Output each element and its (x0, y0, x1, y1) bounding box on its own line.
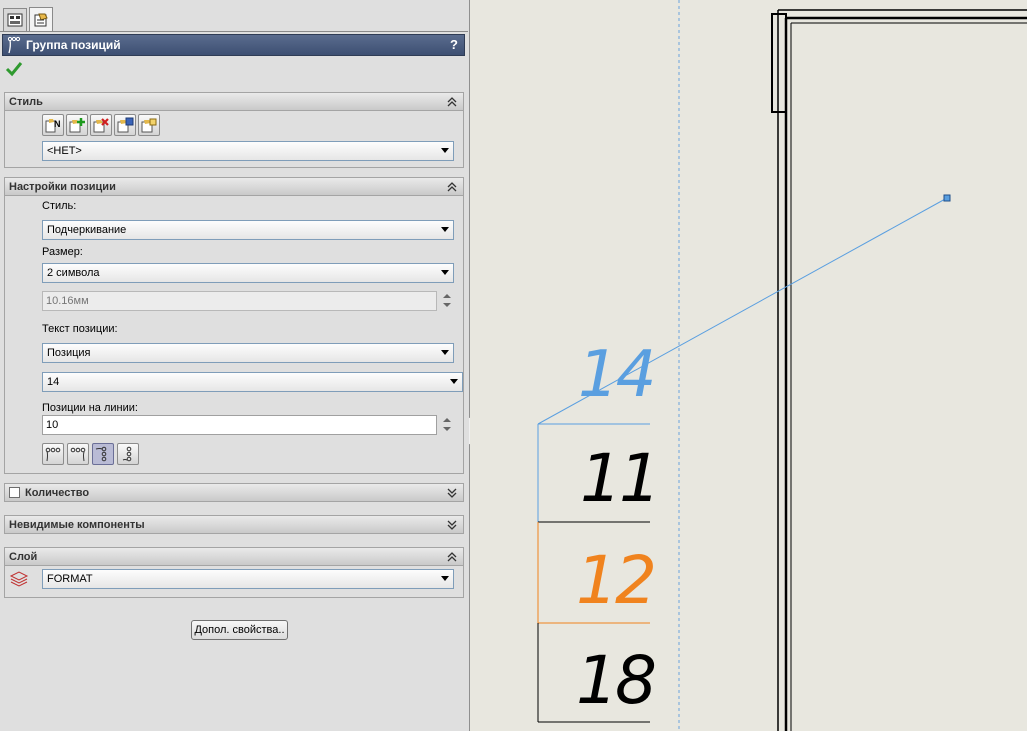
section-quantity-header[interactable]: Количество (4, 483, 464, 502)
load-style-icon (141, 118, 157, 133)
tab-separator (0, 31, 468, 32)
balloon-number-value: 14 (47, 376, 60, 388)
section-style-header[interactable]: Стиль (4, 92, 464, 111)
section-balloon-settings-title: Настройки позиции (9, 180, 116, 193)
save-style-button[interactable] (114, 114, 136, 136)
section-layer-header[interactable]: Слой (4, 547, 464, 566)
section-layer-title: Слой (9, 550, 38, 563)
add-style-icon (69, 118, 85, 133)
balloon-18-text[interactable]: 18 (576, 642, 657, 719)
panel-title: Группа позиций (26, 38, 121, 52)
section-layer-body: FORMAT (4, 566, 464, 598)
new-style-icon: N (45, 119, 61, 133)
balloons-per-line-spinner[interactable] (441, 415, 453, 435)
balloon-text-label: Текст позиции: (42, 323, 118, 335)
tab-property-manager[interactable] (29, 7, 53, 32)
layers-icon (9, 571, 29, 587)
spin-down-icon[interactable] (443, 427, 451, 431)
layer-select[interactable]: FORMAT (42, 569, 454, 589)
balloon-text-select[interactable]: Позиция (42, 343, 454, 363)
panel-titlebar: Группа позиций ? (2, 34, 465, 56)
balloons-per-line-input[interactable]: 10 (42, 415, 437, 435)
quantity-checkbox[interactable] (9, 487, 20, 498)
balloon-style-label: Стиль: (42, 200, 77, 212)
section-hidden-components-title: Невидимые компоненты (9, 518, 145, 531)
balloon-stack-icon (7, 36, 21, 54)
stack-vertical-left-button[interactable] (92, 443, 114, 465)
panel-tabstrip (0, 0, 470, 32)
section-hidden-components-header[interactable]: Невидимые компоненты (4, 515, 464, 534)
spin-down-icon (443, 303, 451, 307)
spin-up-icon[interactable] (443, 418, 451, 422)
expand-chevron-icon[interactable] (446, 519, 458, 531)
stack-horizontal-down-button[interactable] (67, 443, 89, 465)
section-quantity-title: Количество (25, 486, 90, 499)
collapse-chevron-icon[interactable] (446, 551, 458, 563)
feature-tree-icon (7, 13, 23, 27)
delete-style-button[interactable] (90, 114, 112, 136)
property-manager-panel: Группа позиций ? Стиль N <НЕТ> Настройки… (0, 0, 470, 731)
load-style-button[interactable] (138, 114, 160, 136)
section-balloon-settings-body: Стиль: Подчеркивание Размер: 2 символа 1… (4, 196, 464, 474)
balloon-size-value: 2 символа (47, 267, 100, 279)
balloon-number-select[interactable]: 14 (42, 372, 463, 392)
stack-horizontal-up-button[interactable] (42, 443, 64, 465)
balloon-14-text[interactable]: 14 (578, 338, 656, 412)
help-icon[interactable]: ? (450, 37, 458, 52)
stack-up-icon (45, 447, 61, 462)
balloon-size-label: Размер: (42, 246, 83, 258)
spin-up-icon (443, 294, 451, 298)
collapse-chevron-icon[interactable] (446, 181, 458, 193)
balloons-per-line-label: Позиции на линии: (42, 402, 138, 414)
stack-down-icon (70, 447, 86, 462)
balloon-size-mm-value: 10.16мм (46, 295, 89, 307)
leader-endpoint-handle[interactable] (943, 194, 951, 202)
balloons-per-line-value: 10 (46, 419, 59, 431)
new-style-button[interactable]: N (42, 114, 64, 136)
balloon-size-select[interactable]: 2 символа (42, 263, 454, 283)
chevron-down-icon (441, 148, 449, 153)
layer-select-value: FORMAT (47, 573, 93, 585)
tab-feature-tree[interactable] (3, 8, 27, 31)
chevron-down-icon (441, 576, 449, 581)
sheet-border (771, 9, 1027, 731)
expand-chevron-icon[interactable] (446, 487, 458, 499)
svg-text:N: N (54, 119, 61, 129)
property-manager-icon (34, 13, 48, 27)
more-properties-button[interactable]: Допол. свойства.. (191, 620, 288, 640)
balloon-12-text[interactable]: 12 (576, 542, 657, 619)
delete-style-icon (93, 118, 109, 133)
add-style-button[interactable] (66, 114, 88, 136)
balloon-size-spinner (441, 291, 453, 311)
save-style-icon (117, 117, 134, 133)
style-select-value: <НЕТ> (47, 145, 82, 157)
ok-checkmark-icon[interactable] (5, 60, 23, 78)
balloon-style-select[interactable]: Подчеркивание (42, 220, 454, 240)
chevron-down-icon (441, 350, 449, 355)
balloon-text-value: Позиция (47, 347, 91, 359)
balloon-style-value: Подчеркивание (47, 224, 127, 236)
stack-vertical-left-icon (95, 446, 107, 462)
drawing-sheet (537, 0, 1027, 731)
style-select[interactable]: <НЕТ> (42, 141, 454, 161)
section-style-title: Стиль (9, 95, 43, 108)
chevron-down-icon (450, 379, 458, 384)
drawing-canvas[interactable]: 14 11 12 18 (470, 0, 1027, 731)
collapse-chevron-icon[interactable] (446, 96, 458, 108)
balloon-11-text[interactable]: 11 (580, 440, 661, 517)
section-style-body: N <НЕТ> (4, 111, 464, 168)
chevron-down-icon (441, 270, 449, 275)
section-balloon-settings-header[interactable]: Настройки позиции (4, 177, 464, 196)
balloon-size-mm-field: 10.16мм (42, 291, 437, 311)
chevron-down-icon (441, 227, 449, 232)
stack-vertical-right-icon (122, 446, 132, 462)
stack-vertical-right-button[interactable] (117, 443, 139, 465)
